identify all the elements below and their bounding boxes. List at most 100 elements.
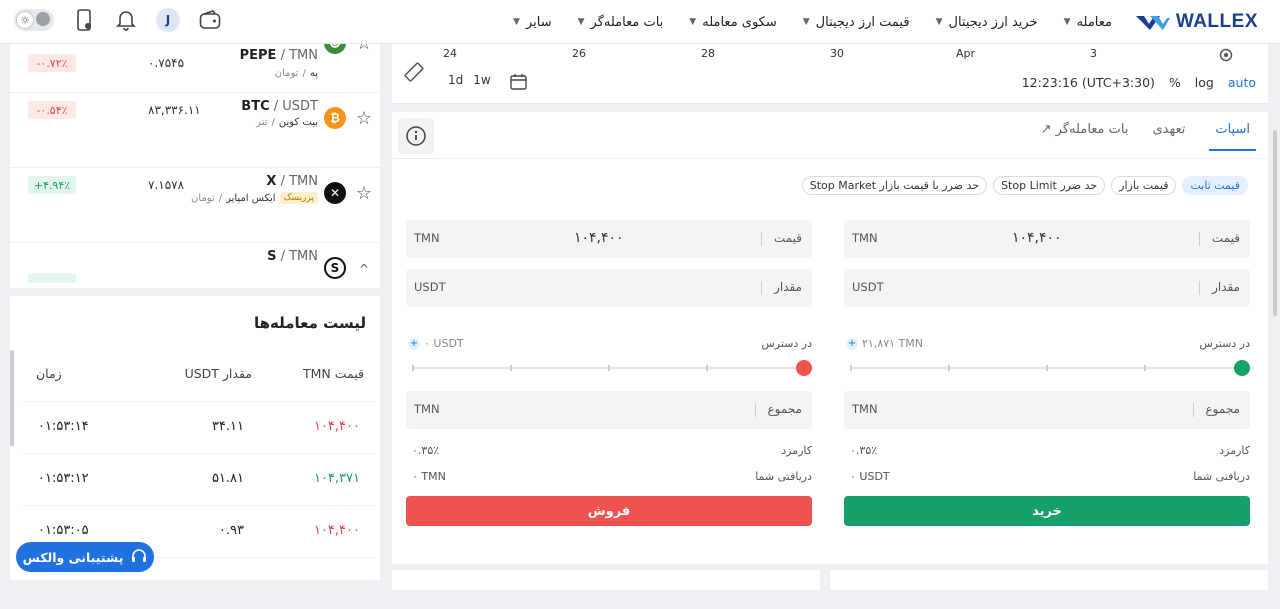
field-unit: TMN xyxy=(414,231,440,245)
user-avatar[interactable]: J xyxy=(156,8,180,32)
order-tabs: اسپات تعهدی بات معامله‌گر ↗ xyxy=(1041,122,1256,151)
page-scrollbar[interactable] xyxy=(1273,130,1277,316)
high-risk-tag: پرریسک xyxy=(279,192,318,204)
tab-margin[interactable]: تعهدی xyxy=(1152,122,1185,151)
tab-trading-bot[interactable]: بات معامله‌گر ↗ xyxy=(1041,122,1129,151)
divider xyxy=(1199,232,1200,246)
top-bar: WALLEX معامله ▼ خرید ارز دیجیتال ▼ قیمت ار… xyxy=(0,0,1280,44)
star-icon[interactable]: ☆ xyxy=(354,44,374,54)
market-row-s[interactable]: ^ S S / TMN xyxy=(10,243,380,288)
fee-value: ۰.۳۵٪ xyxy=(412,444,440,457)
chart-clock: 12:23:16 (UTC+3:30) xyxy=(1021,75,1155,90)
wallex-logo[interactable]: WALLEX xyxy=(1135,11,1258,33)
tab-spot[interactable]: اسپات xyxy=(1209,122,1256,151)
date-range-icon[interactable] xyxy=(509,73,529,94)
trade-time: ۰۱:۵۳:۱۴ xyxy=(38,419,89,434)
slider-thumb[interactable] xyxy=(796,360,812,376)
nav-buy-crypto[interactable]: خرید ارز دیجیتال ▼ xyxy=(936,15,1038,30)
buy-receive-row: دریافتی شما ۰ USDT xyxy=(844,470,1250,492)
type-market[interactable]: قیمت بازار xyxy=(1111,176,1177,195)
market-row-pepe[interactable]: ☆ ☻ PEPE / TMN په/تومان ۰.۷۵۴۵ -۰.۷۲٪ xyxy=(10,44,380,93)
order-panel: اسپات تعهدی بات معامله‌گر ↗ قیمت ثابت قی… xyxy=(392,112,1268,564)
gear-icon[interactable] xyxy=(1218,47,1234,63)
wallet-icon[interactable] xyxy=(198,8,222,32)
nav-trading-platform[interactable]: سکوی معامله ▼ xyxy=(689,15,776,30)
sell-slider[interactable] xyxy=(406,357,812,379)
buy-slider[interactable] xyxy=(844,357,1250,379)
field-unit: TMN xyxy=(852,402,878,416)
x-axis-label: Apr xyxy=(956,47,976,60)
market-row-btc[interactable]: ☆ ₿ BTC / USDT بیت کوین / تتر ۸۳,۳۳۶.۱۱ -۰… xyxy=(10,93,380,168)
market-row-x[interactable]: ☆ ✕ X / TMN پرریسک ایکس امپایر / تومان ۷.۱۵… xyxy=(10,168,380,243)
star-icon[interactable]: ☆ xyxy=(354,109,374,129)
change-badge xyxy=(28,273,76,283)
left-column: ☆ ☻ PEPE / TMN په/تومان ۰.۷۵۴۵ -۰.۷۲٪ ☆ … xyxy=(0,44,382,580)
sell-fee-row: کارمزد ۰.۳۵٪ xyxy=(406,440,812,470)
trade-row: ۱۰۴,۳۷۱ ۵۱.۸۱ ۰۱:۵۳:۱۲ xyxy=(22,453,374,505)
chevron-up-icon[interactable]: ^ xyxy=(354,259,374,279)
nav-label: سکوی معامله xyxy=(702,14,777,30)
fee-label: کارمزد xyxy=(781,444,812,457)
sell-form: قیمت ۱۰۴,۴۰۰ TMN مقدار USDT در دسترس +۰ … xyxy=(406,220,812,526)
trades-scrollbar[interactable] xyxy=(10,350,14,446)
pair-subtitle: پرریسک ایکس امپایر / تومان xyxy=(191,192,318,204)
buy-price-field[interactable]: قیمت ۱۰۴,۴۰۰ TMN xyxy=(844,220,1250,258)
nav-crypto-prices[interactable]: قیمت ارز دیجیتال ▼ xyxy=(803,15,910,30)
nav-other[interactable]: سایر ▼ xyxy=(513,15,552,30)
sell-button[interactable]: فروش xyxy=(406,496,812,526)
mobile-app-icon[interactable] xyxy=(72,8,96,32)
trades-title: لیست معامله‌ها xyxy=(253,314,366,332)
change-badge: +۴.۹۴٪ xyxy=(28,176,76,194)
plus-icon[interactable]: + xyxy=(408,337,420,350)
buy-fee-row: کارمزد ۰.۳۵٪ xyxy=(844,440,1250,470)
plus-icon[interactable]: + xyxy=(846,337,858,350)
receive-label: دریافتی شما xyxy=(1193,470,1250,483)
pepe-coin-icon: ☻ xyxy=(324,44,346,54)
field-label: مجموع xyxy=(1205,402,1240,416)
market-price: ۰.۷۵۴۵ xyxy=(148,56,185,70)
type-stop-market[interactable]: حد ضرر با قیمت بازار Stop Market xyxy=(801,176,988,195)
support-button[interactable]: پشتیبانی والکس xyxy=(16,542,154,572)
chevron-down-icon: ▼ xyxy=(513,17,520,27)
percent-toggle[interactable]: % xyxy=(1169,75,1181,90)
bell-icon[interactable] xyxy=(114,8,138,32)
slider-thumb[interactable] xyxy=(1234,360,1250,376)
nav-label: قیمت ارز دیجیتال xyxy=(815,14,910,30)
field-value: ۱۰۴,۴۰۰ xyxy=(574,230,624,246)
trade-row: ۱۰۴,۴۰۰ ۳۴.۱۱ ۰۱:۵۳:۱۴ xyxy=(22,401,374,453)
nav-trading-bot[interactable]: بات معامله‌گر ▼ xyxy=(578,15,664,30)
chevron-down-icon: ▼ xyxy=(935,17,943,27)
pair-name: BTC / USDT xyxy=(241,99,318,114)
nav-label: بات معامله‌گر xyxy=(590,14,664,30)
interval-1d[interactable]: 1d xyxy=(448,73,463,94)
x-axis-label: 30 xyxy=(830,47,844,60)
receive-value: ۰ USDT xyxy=(850,470,890,483)
ruler-icon[interactable] xyxy=(402,60,426,84)
pair-name: X / TMN xyxy=(266,174,318,189)
interval-1w[interactable]: 1w xyxy=(473,73,490,94)
tab-label: بات معامله‌گر xyxy=(1055,122,1129,137)
star-icon[interactable]: ☆ xyxy=(354,184,374,204)
available-label: در دسترس xyxy=(1199,337,1250,350)
divider xyxy=(761,232,762,246)
field-label: قیمت xyxy=(1211,231,1240,245)
type-stop-limit[interactable]: حد ضرر Stop Limit xyxy=(993,176,1106,195)
market-price: ۸۳,۳۳۶.۱۱ xyxy=(148,103,201,117)
fee-value: ۰.۳۵٪ xyxy=(850,444,878,457)
s-coin-icon: S xyxy=(324,257,346,279)
fee-label: کارمزد xyxy=(1219,444,1250,457)
sell-amount-field[interactable]: مقدار USDT xyxy=(406,269,812,307)
buy-total-field[interactable]: مجموع TMN xyxy=(844,391,1250,429)
sell-price-field[interactable]: قیمت ۱۰۴,۴۰۰ TMN xyxy=(406,220,812,258)
buy-button[interactable]: خرید xyxy=(844,496,1250,526)
nav-trade[interactable]: معامله ▼ xyxy=(1064,15,1112,30)
log-toggle[interactable]: log xyxy=(1195,75,1214,90)
info-icon[interactable] xyxy=(398,118,434,154)
trade-price: ۱۰۴,۴۰۰ xyxy=(313,523,360,538)
auto-toggle[interactable]: auto xyxy=(1228,75,1256,90)
buy-amount-field[interactable]: مقدار USDT xyxy=(844,269,1250,307)
x-axis-label: 24 xyxy=(443,47,457,60)
sell-total-field[interactable]: مجموع TMN xyxy=(406,391,812,429)
theme-toggle[interactable]: ☼ xyxy=(14,9,54,31)
type-limit[interactable]: قیمت ثابت xyxy=(1182,176,1248,195)
